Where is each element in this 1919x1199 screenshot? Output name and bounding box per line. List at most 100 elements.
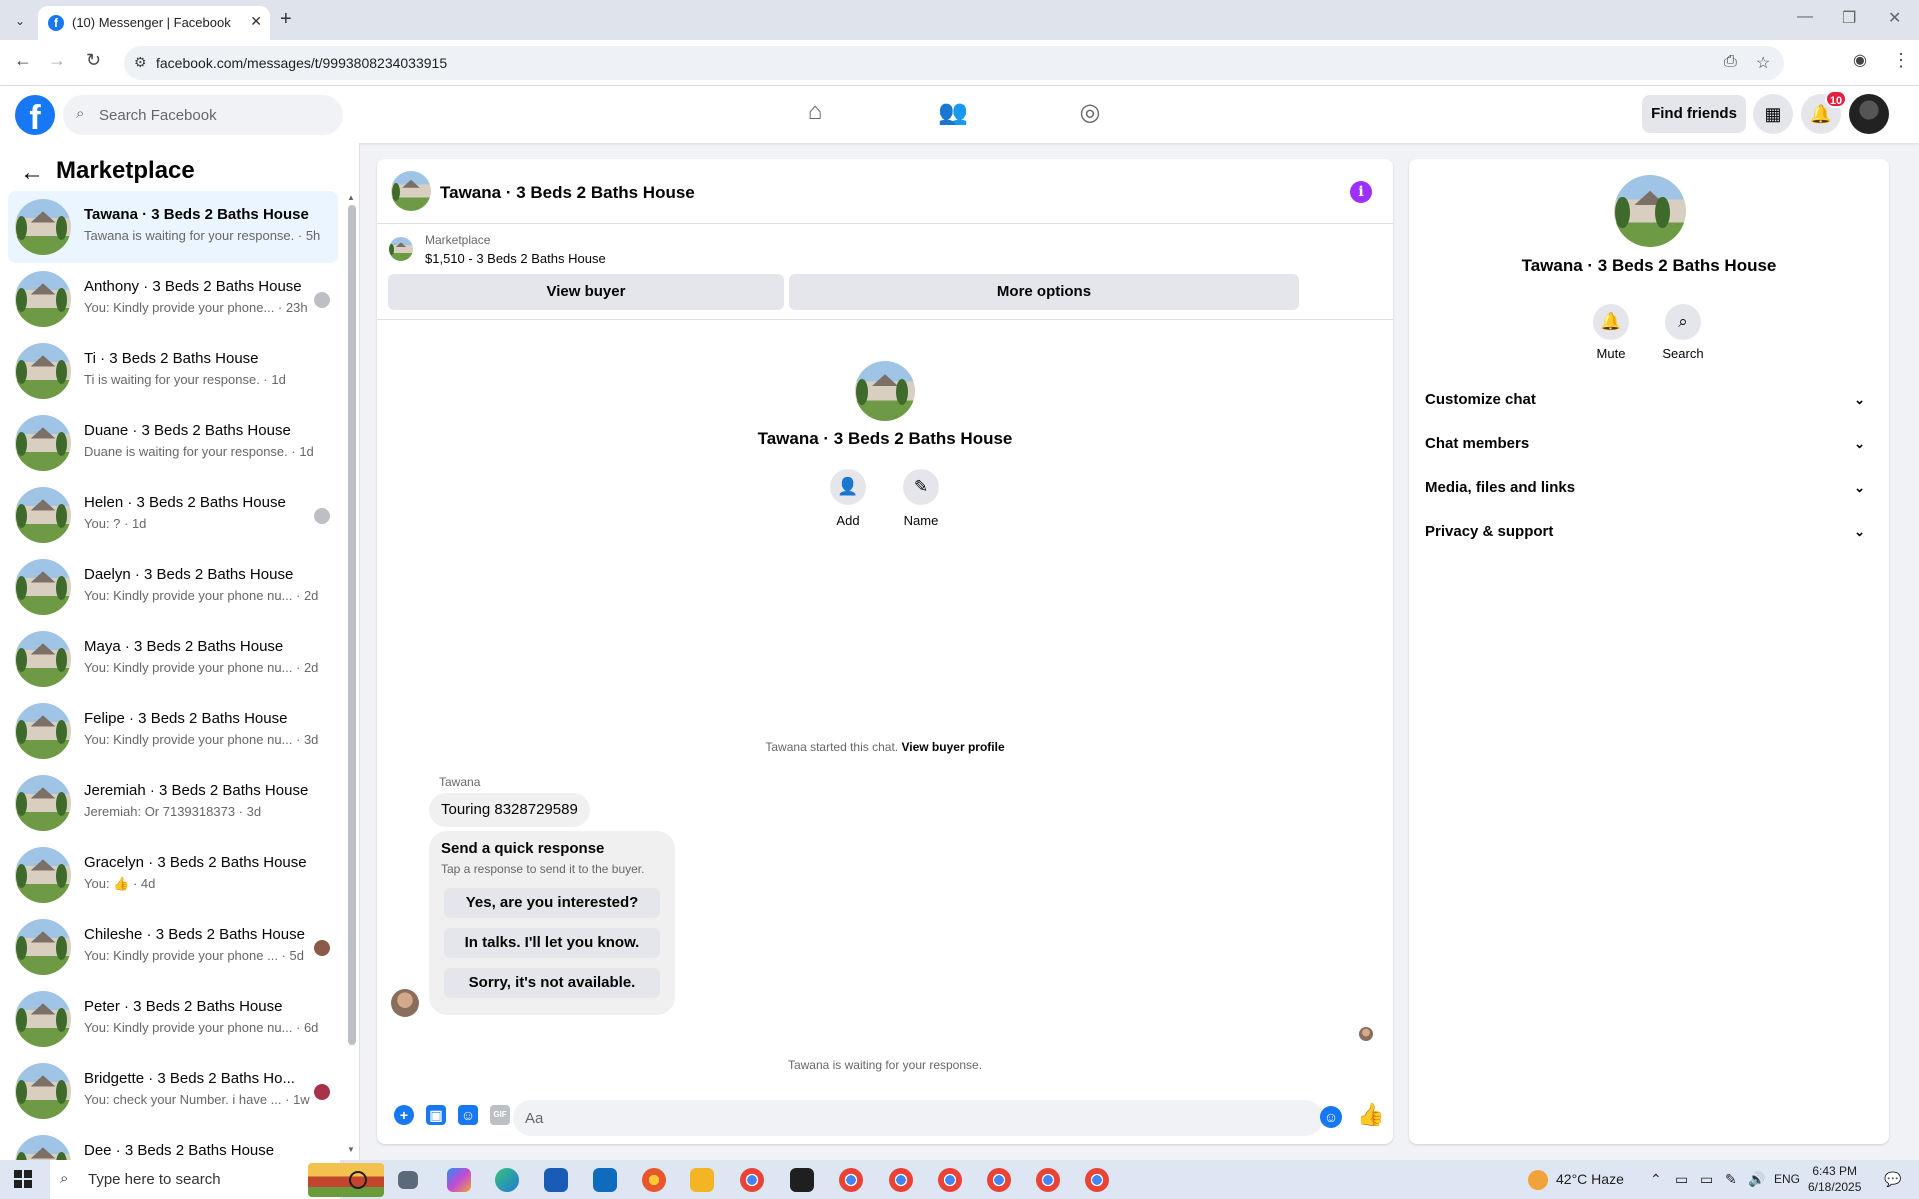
conversation-item[interactable]: Duane · 3 Beds 2 Baths House Duane is wa… <box>8 407 338 479</box>
volume-icon[interactable]: 🔊 <box>1748 1171 1765 1188</box>
task-view-icon[interactable] <box>398 1171 418 1189</box>
chrome-icon[interactable] <box>740 1168 764 1192</box>
conversation-item[interactable]: Tawana · 3 Beds 2 Baths House Tawana is … <box>8 191 338 263</box>
info-icon[interactable]: i <box>1350 181 1372 203</box>
chrome-profile-icon[interactable] <box>938 1168 962 1192</box>
install-app-icon[interactable]: ⎙ <box>1724 53 1737 71</box>
conversation-item[interactable]: Jeremiah · 3 Beds 2 Baths House Jeremiah… <box>8 767 338 839</box>
sidebar-scrollbar[interactable] <box>348 205 356 1045</box>
taskbar-search[interactable]: ⌕ Type here to search <box>50 1160 384 1199</box>
message-bubble[interactable]: Touring 8328729589 <box>429 793 590 827</box>
profile-icon[interactable]: ◉ <box>1853 50 1867 70</box>
emoji-icon[interactable]: ☺ <box>1320 1106 1342 1128</box>
chrome-menu-icon[interactable]: ⋮ <box>1892 50 1910 71</box>
mute-button[interactable]: 🔔 Mute <box>1576 304 1646 361</box>
pen-icon[interactable]: ✎ <box>1725 1171 1737 1188</box>
close-tab-icon[interactable]: ✕ <box>250 13 262 30</box>
media-files-links-section[interactable]: Media, files and links ⌄ <box>1425 470 1873 506</box>
conversation-item[interactable]: Anthony · 3 Beds 2 Baths House You: Kind… <box>8 263 338 335</box>
more-actions-plus-icon[interactable]: + <box>394 1105 414 1125</box>
menu-grid-icon[interactable]: ▦ <box>1753 94 1793 134</box>
file-explorer-icon[interactable] <box>690 1168 714 1192</box>
clock[interactable]: 6:43 PM 6/18/2025 <box>1808 1163 1861 1195</box>
conversation-name: Ti · 3 Beds 2 Baths House <box>84 350 259 367</box>
gif-icon[interactable]: GIF <box>490 1105 510 1125</box>
chrome-profile-icon[interactable] <box>987 1168 1011 1192</box>
chrome-profile-icon[interactable] <box>1085 1168 1109 1192</box>
find-friends-button[interactable]: Find friends <box>1642 95 1746 133</box>
friends-icon[interactable]: 👥 <box>933 98 973 132</box>
conversation-item[interactable]: Daelyn · 3 Beds 2 Baths House You: Kindl… <box>8 551 338 623</box>
tab-search-dropdown[interactable]: ⌄ <box>8 10 32 32</box>
quick-response-option[interactable]: In talks. I'll let you know. <box>444 928 660 958</box>
name-chat-button[interactable]: ✎ Name <box>881 469 961 528</box>
conversation-item[interactable]: Bridgette · 3 Beds 2 Baths Ho... You: ch… <box>8 1055 338 1127</box>
facebook-search[interactable]: ⌕ <box>63 95 343 135</box>
quick-response-option[interactable]: Yes, are you interested? <box>444 888 660 918</box>
chat-members-section[interactable]: Chat members ⌄ <box>1425 426 1873 462</box>
add-people-button[interactable]: 👤 Add <box>808 469 888 528</box>
conversation-item[interactable]: Felipe · 3 Beds 2 Baths House You: Kindl… <box>8 695 338 767</box>
groups-icon[interactable]: ◎ <box>1070 98 1110 132</box>
chat-avatar[interactable] <box>391 171 431 211</box>
back-icon[interactable]: ← <box>14 50 32 71</box>
omnibox[interactable]: ⚙ facebook.com/messages/t/99938082340339… <box>124 46 1784 80</box>
chat-title[interactable]: Tawana · 3 Beds 2 Baths House <box>440 183 695 203</box>
customize-chat-section[interactable]: Customize chat ⌄ <box>1425 382 1873 418</box>
privacy-support-section[interactable]: Privacy & support ⌄ <box>1425 514 1873 550</box>
weather-text[interactable]: 42°C Haze <box>1556 1171 1624 1187</box>
chrome-profile-icon[interactable] <box>889 1168 913 1192</box>
store-icon[interactable] <box>544 1168 568 1192</box>
new-tab-icon[interactable]: + <box>280 8 292 31</box>
sticky-app-icon[interactable] <box>790 1168 814 1192</box>
message-input[interactable] <box>513 1100 1323 1136</box>
firefox-icon[interactable] <box>642 1168 666 1192</box>
show-hidden-icons-icon[interactable]: ⌃ <box>1650 1171 1662 1188</box>
facebook-logo-icon[interactable]: f <box>15 95 55 135</box>
cortana-icon[interactable] <box>349 1171 367 1189</box>
windows-start-icon[interactable] <box>14 1170 32 1188</box>
search-in-chat-button[interactable]: ⌕ Search <box>1648 304 1718 361</box>
site-info-icon[interactable]: ⚙ <box>134 54 147 71</box>
reload-icon[interactable]: ↻ <box>86 50 101 71</box>
back-arrow-icon[interactable]: ← <box>20 159 44 187</box>
copilot-icon[interactable] <box>447 1168 471 1192</box>
network-icon[interactable]: ▭ <box>1675 1171 1688 1188</box>
conversation-item[interactable]: Ti · 3 Beds 2 Baths House Ti is waiting … <box>8 335 338 407</box>
conversation-item[interactable]: Peter · 3 Beds 2 Baths House You: Kindly… <box>8 983 338 1055</box>
display-icon[interactable]: ▭ <box>1700 1171 1713 1188</box>
scroll-down-arrow-icon[interactable]: ▼ <box>347 1145 355 1154</box>
attach-image-icon[interactable]: ▣ <box>426 1105 446 1125</box>
notification-center-icon[interactable]: 💬 <box>1884 1171 1901 1188</box>
forward-icon[interactable]: → <box>48 50 66 71</box>
account-avatar[interactable] <box>1849 94 1889 134</box>
bookmark-star-icon[interactable]: ☆ <box>1756 53 1770 73</box>
more-options-button[interactable]: More options <box>789 274 1299 310</box>
chrome-profile-icon[interactable] <box>839 1168 863 1192</box>
chrome-profile-icon[interactable] <box>1036 1168 1060 1192</box>
language-indicator[interactable]: ENG <box>1774 1172 1800 1186</box>
weather-icon[interactable] <box>1528 1170 1548 1190</box>
edge-icon[interactable] <box>495 1168 519 1192</box>
conversation-item[interactable]: Helen · 3 Beds 2 Baths House You: ? · 1d <box>8 479 338 551</box>
minimize-icon[interactable]: — <box>1797 8 1813 26</box>
scroll-up-arrow-icon[interactable]: ▲ <box>347 193 355 202</box>
chat-header: Tawana · 3 Beds 2 Baths House i <box>377 159 1393 224</box>
conversation-item[interactable]: Dee · 3 Beds 2 Baths House <box>8 1127 338 1160</box>
sticker-icon[interactable]: ☺ <box>458 1105 478 1125</box>
conversation-item[interactable]: Chileshe · 3 Beds 2 Baths House You: Kin… <box>8 911 338 983</box>
outlook-icon[interactable] <box>593 1168 617 1192</box>
quick-response-option[interactable]: Sorry, it's not available. <box>444 968 660 998</box>
close-window-icon[interactable]: ✕ <box>1888 8 1901 28</box>
conversation-item[interactable]: Gracelyn · 3 Beds 2 Baths House You: 👍 ·… <box>8 839 338 911</box>
conversation-item[interactable]: Maya · 3 Beds 2 Baths House You: Kindly … <box>8 623 338 695</box>
url-text[interactable]: facebook.com/messages/t/9993808234033915 <box>156 55 447 71</box>
view-buyer-profile-link[interactable]: View buyer profile <box>901 740 1004 754</box>
thumbs-up-icon[interactable]: 👍 <box>1357 1102 1384 1128</box>
facebook-search-input[interactable] <box>99 95 329 135</box>
home-icon[interactable]: ⌂ <box>795 98 835 132</box>
browser-tab-messenger[interactable]: f (10) Messenger | Facebook ✕ <box>38 6 270 40</box>
view-buyer-button[interactable]: View buyer <box>388 274 784 310</box>
restore-icon[interactable]: ❐ <box>1842 8 1856 28</box>
chat-started-note: Tawana started this chat. View buyer pro… <box>377 740 1393 754</box>
